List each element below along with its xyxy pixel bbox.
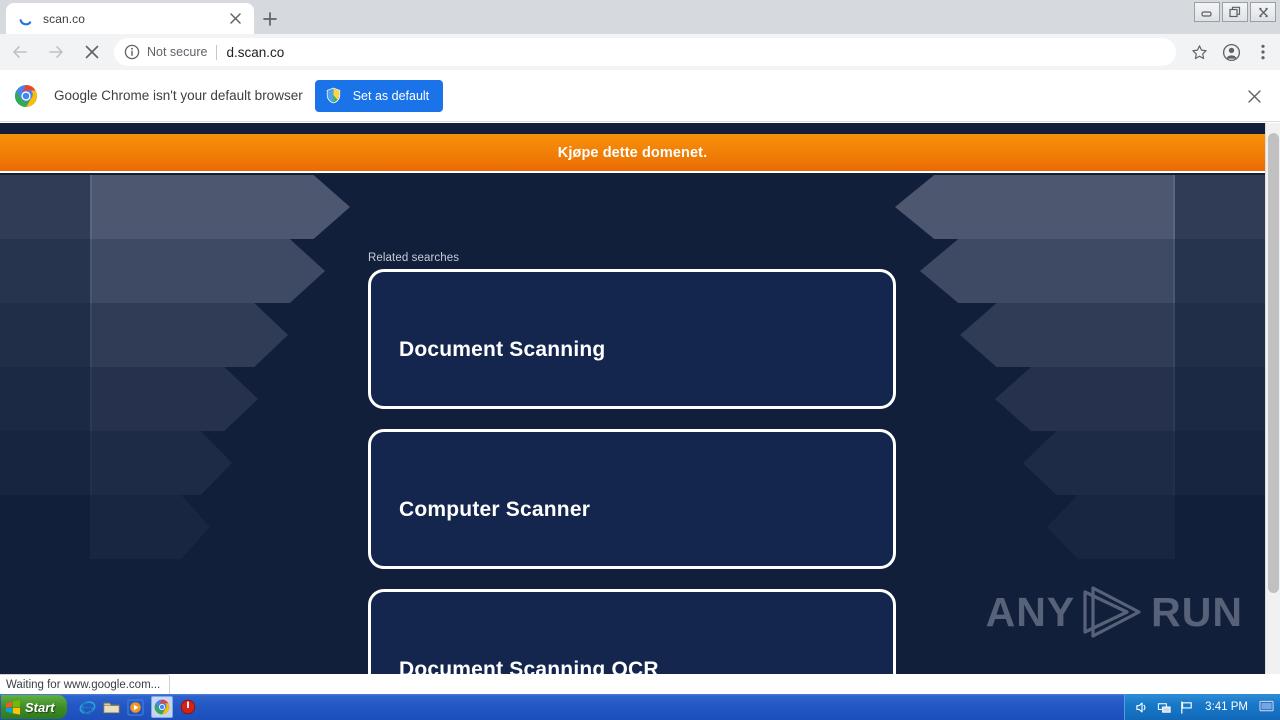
anyrun-watermark-right: RUN (1151, 588, 1243, 635)
related-search-card[interactable]: Document Scanning (368, 269, 896, 409)
play-triangle-icon (1077, 582, 1149, 642)
back-arrow-icon[interactable] (4, 36, 36, 68)
clock[interactable]: 3:41 PM (1205, 701, 1248, 713)
set-as-default-label: Set as default (352, 88, 430, 103)
quick-launch-bar (79, 696, 197, 718)
chrome-logo-icon (14, 84, 38, 108)
volume-icon[interactable] (1135, 700, 1150, 715)
browser-toolbar: Not secure d.scan.co (0, 34, 1280, 70)
info-circle-icon[interactable] (124, 44, 140, 60)
folder-icon[interactable] (103, 698, 121, 716)
chevron-band-shadow (1173, 303, 1265, 367)
minimize-icon[interactable] (1194, 2, 1220, 22)
chevron-band (895, 175, 1175, 239)
forward-arrow-icon[interactable] (40, 36, 72, 68)
loading-spinner-icon (18, 11, 34, 27)
chevron-band-shadow (0, 431, 92, 495)
flag-icon[interactable] (1179, 700, 1194, 715)
url-text: d.scan.co (226, 44, 285, 60)
chevron-band (90, 303, 288, 367)
chevron-band (960, 303, 1175, 367)
security-status-label: Not secure (147, 45, 208, 59)
tab-strip: scan.co (0, 0, 1280, 34)
related-searches-list: Document Scanning Computer Scanner Docum… (368, 269, 896, 674)
chevron-band-shadow (0, 367, 92, 431)
star-icon[interactable] (1184, 37, 1214, 67)
chevron-band (90, 431, 232, 495)
default-browser-infobar: Google Chrome isn't your default browser… (0, 70, 1280, 122)
display-icon[interactable] (1259, 700, 1274, 715)
chevron-band (1047, 495, 1175, 559)
chevron-band (90, 495, 210, 559)
related-search-label: Computer Scanner (399, 498, 591, 521)
chevron-band (995, 367, 1175, 431)
buy-domain-banner-label: Kjøpe dette domenet. (557, 144, 708, 161)
related-search-label: Document Scanning OCR (399, 658, 659, 674)
page-content: Kjøpe dette domenet. Related searches Do… (0, 123, 1265, 674)
media-player-icon[interactable] (127, 698, 145, 716)
omnibox-divider (216, 44, 218, 60)
three-dot-menu-icon[interactable] (1248, 37, 1278, 67)
chevron-band (90, 175, 350, 239)
infobar-message: Google Chrome isn't your default browser (54, 88, 303, 103)
page-scrollbar[interactable] (1265, 123, 1280, 674)
status-bubble: Waiting for www.google.com... (0, 674, 171, 694)
related-search-card[interactable]: Document Scanning OCR (368, 589, 896, 674)
page-scrollbar-thumb[interactable] (1268, 133, 1279, 593)
page-viewport: Kjøpe dette domenet. Related searches Do… (0, 123, 1280, 674)
anyrun-watermark: ANY RUN (986, 582, 1243, 642)
chevron-band-shadow (0, 303, 92, 367)
chrome-icon[interactable] (150, 696, 173, 718)
new-tab-button[interactable] (256, 5, 284, 33)
tab-title: scan.co (43, 11, 86, 26)
start-label: Start (25, 699, 55, 715)
profile-avatar-icon[interactable] (1216, 37, 1246, 67)
windows-flag-icon (5, 699, 21, 715)
close-icon[interactable] (224, 8, 246, 30)
start-button[interactable]: Start (1, 695, 67, 719)
set-as-default-button[interactable]: Set as default (314, 79, 444, 112)
anyrun-watermark-left: ANY (985, 588, 1076, 635)
chevron-band (90, 367, 258, 431)
related-searches-label: Related searches (368, 252, 460, 264)
network-icon[interactable] (1157, 700, 1172, 715)
shield-icon (325, 87, 342, 104)
window-controls (1194, 1, 1276, 23)
chevron-band (1023, 431, 1175, 495)
related-search-card[interactable]: Computer Scanner (368, 429, 896, 569)
page-top-strip (0, 123, 1265, 134)
close-icon[interactable] (1242, 84, 1266, 108)
address-bar[interactable]: Not secure d.scan.co (114, 38, 1176, 66)
windows-taskbar: Start 3:41 PM (0, 694, 1280, 720)
chevron-band-shadow (1173, 175, 1265, 239)
browser-tab[interactable]: scan.co (6, 3, 254, 34)
system-tray: 3:41 PM (1124, 694, 1280, 720)
power-icon[interactable] (179, 698, 197, 716)
chevron-band-shadow (1173, 431, 1265, 495)
internet-explorer-icon[interactable] (79, 698, 97, 716)
buy-domain-banner[interactable]: Kjøpe dette domenet. (0, 134, 1265, 173)
close-icon[interactable] (1250, 2, 1276, 22)
chevron-band-shadow (0, 175, 92, 239)
stop-loading-icon[interactable] (76, 36, 108, 68)
restore-icon[interactable] (1222, 2, 1248, 22)
chevron-band-shadow (1173, 367, 1265, 431)
related-search-label: Document Scanning (399, 338, 606, 361)
